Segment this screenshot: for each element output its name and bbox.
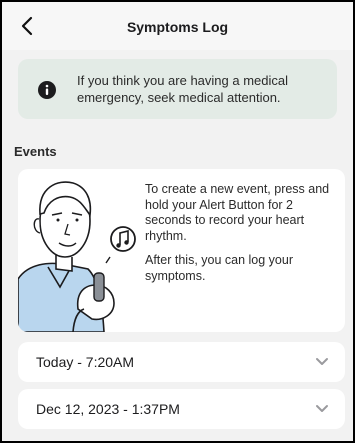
followup-text: After this, you can log your symptoms. [145, 253, 293, 283]
alert-message: If you think you are having a medical em… [77, 73, 289, 105]
navigation-bar: Symptoms Log [2, 2, 353, 50]
event-date-label: Today - 7:20AM [36, 354, 135, 370]
man-holding-alert-button-illustration [18, 181, 136, 332]
event-date-label: Dec 12, 2023 - 1:37PM [36, 401, 180, 417]
app-screen: Symptoms Log If you think you are having… [0, 0, 355, 443]
events-section-label: Events [14, 144, 57, 159]
instructions-text: To create a new event, press and hold yo… [145, 182, 330, 243]
event-row-dec-12[interactable]: Dec 12, 2023 - 1:37PM [18, 389, 345, 429]
events-instructions: To create a new event, press and hold yo… [145, 182, 343, 293]
events-info-card: To create a new event, press and hold yo… [18, 169, 345, 332]
page-title: Symptoms Log [126, 19, 229, 35]
chevron-down-icon [316, 405, 328, 412]
medical-alert-banner: If you think you are having a medical em… [18, 59, 337, 119]
chevron-down-icon [316, 358, 328, 365]
event-row-today[interactable]: Today - 7:20AM [18, 342, 345, 382]
info-icon [38, 81, 56, 99]
